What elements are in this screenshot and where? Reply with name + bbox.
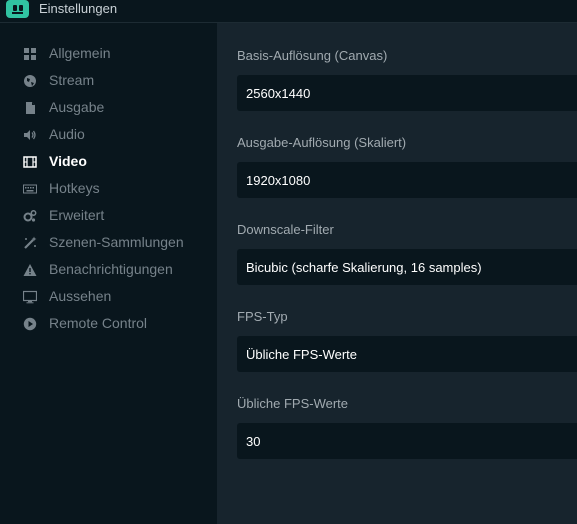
sidebar-item-label: Benachrichtigungen	[49, 261, 173, 277]
sidebar-item-label: Remote Control	[49, 315, 148, 331]
sidebar-item-label: Audio	[49, 126, 85, 142]
downscale-filter-select[interactable]: Bicubic (scharfe Skalierung, 16 samples)	[237, 249, 577, 285]
sidebar-item-szenen-sammlungen[interactable]: Szenen-Sammlungen	[0, 229, 217, 256]
gears-icon	[22, 208, 37, 223]
output-resolution-select[interactable]: 1920x1080	[237, 162, 577, 198]
downscale-filter-label: Downscale-Filter	[237, 222, 334, 237]
fps-type-label: FPS-Typ	[237, 309, 288, 324]
magic-wand-icon	[22, 235, 37, 250]
film-icon	[22, 154, 37, 169]
common-fps-label: Übliche FPS-Werte	[237, 396, 349, 411]
base-resolution-select[interactable]: 2560x1440	[237, 75, 577, 111]
base-resolution-label: Basis-Auflösung (Canvas)	[237, 48, 388, 63]
app-logo-icon	[6, 0, 29, 18]
output-resolution-label: Ausgabe-Auflösung (Skaliert)	[237, 135, 407, 150]
sidebar-item-label: Szenen-Sammlungen	[49, 234, 184, 250]
keyboard-icon	[22, 181, 37, 196]
sidebar-item-label: Erweitert	[49, 207, 105, 223]
sidebar-item-label: Hotkeys	[49, 180, 100, 196]
common-fps-select[interactable]: 30	[237, 423, 577, 459]
sidebar-item-label: Allgemein	[49, 45, 111, 61]
sidebar-item-label: Video	[49, 153, 87, 169]
globe-icon	[22, 73, 37, 88]
sidebar-item-remote-control[interactable]: Remote Control	[0, 310, 217, 337]
monitor-icon	[22, 289, 37, 304]
sidebar-item-allgemein[interactable]: Allgemein	[0, 40, 217, 67]
sidebar-item-benachrichtigungen[interactable]: Benachrichtigungen	[0, 256, 217, 283]
sidebar-item-stream[interactable]: Stream	[0, 67, 217, 94]
sidebar-item-aussehen[interactable]: Aussehen	[0, 283, 217, 310]
sidebar-item-video[interactable]: Video	[0, 148, 217, 175]
sidebar-item-ausgabe[interactable]: Ausgabe	[0, 94, 217, 121]
window-title: Einstellungen	[39, 1, 118, 16]
play-circle-icon	[22, 316, 37, 331]
sidebar-item-hotkeys[interactable]: Hotkeys	[0, 175, 217, 202]
sidebar-item-label: Stream	[49, 72, 95, 88]
fps-type-select[interactable]: Übliche FPS-Werte	[237, 336, 577, 372]
settings-sidebar: Allgemein Stream Ausgabe Audio Video Hot…	[0, 23, 217, 524]
grid-icon	[22, 46, 37, 61]
sidebar-item-erweitert[interactable]: Erweitert	[0, 202, 217, 229]
document-icon	[22, 100, 37, 115]
sidebar-item-label: Ausgabe	[49, 99, 105, 115]
sidebar-item-audio[interactable]: Audio	[0, 121, 217, 148]
title-bar: Einstellungen	[0, 0, 577, 23]
sidebar-item-label: Aussehen	[49, 288, 112, 304]
video-settings-panel: Basis-Auflösung (Canvas) 2560x1440 Ausga…	[217, 23, 577, 524]
speaker-icon	[22, 127, 37, 142]
warning-icon	[22, 262, 37, 277]
